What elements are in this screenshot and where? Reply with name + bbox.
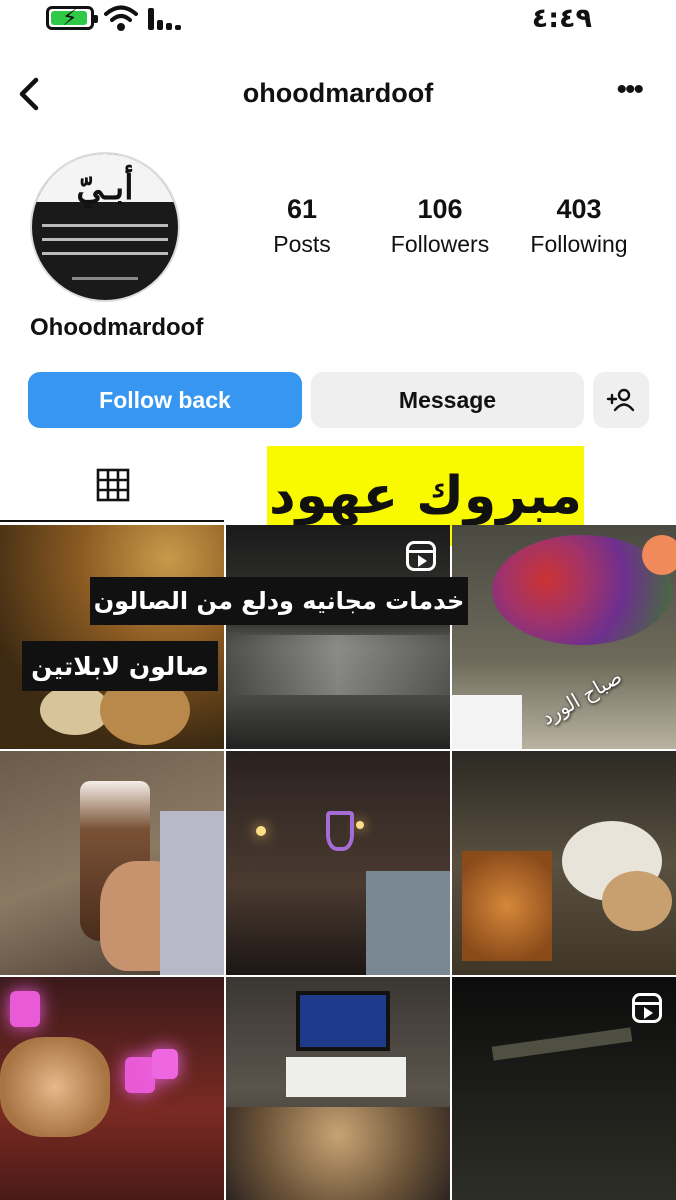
post-thumbnail[interactable] xyxy=(226,525,450,749)
stat-posts[interactable]: 61 Posts xyxy=(237,194,367,258)
services-caption: خدمات مجانيه ودلع من الصالون xyxy=(90,577,468,625)
post-thumbnail[interactable] xyxy=(226,977,450,1200)
more-options-icon[interactable]: ••• xyxy=(616,75,643,105)
charging-bolt-icon: ⚡ xyxy=(62,5,78,30)
congrats-text: مبروك عهود xyxy=(269,466,582,526)
follow-back-button[interactable]: Follow back xyxy=(28,372,302,428)
profile-username-title: ohoodmardoof xyxy=(242,78,434,108)
battery-icon: ⚡ xyxy=(46,5,98,30)
post-thumbnail[interactable] xyxy=(452,751,676,975)
stat-following[interactable]: 403 Following xyxy=(514,194,644,258)
active-tab-indicator xyxy=(0,520,224,522)
post-thumbnail[interactable] xyxy=(0,525,224,749)
profile-header: ohoodmardoof ••• xyxy=(0,60,676,130)
posts-grid: صباح الورد خدمات مجانيه ودلع من الصالون … xyxy=(0,525,676,1200)
post-thumbnail[interactable] xyxy=(226,751,450,975)
cellular-signal-icon xyxy=(148,8,188,30)
photo-caption-text: صباح الورد xyxy=(536,664,626,730)
avatar-text: أبـيّ xyxy=(76,168,134,208)
avatar-footer-line xyxy=(72,277,138,280)
person-add-icon xyxy=(606,388,635,412)
tab-posts-grid[interactable] xyxy=(0,450,224,522)
stat-followers-value: 106 xyxy=(417,194,463,224)
stat-following-label: Following xyxy=(530,231,628,257)
post-thumbnail[interactable]: صباح الورد xyxy=(452,525,676,749)
stat-following-value: 403 xyxy=(556,194,602,224)
display-name: Ohoodmardoof xyxy=(30,314,204,341)
status-bar: ⚡ ٤:٤٩ xyxy=(0,0,676,40)
grid-icon xyxy=(96,468,130,502)
message-button[interactable]: Message xyxy=(311,372,584,428)
status-time: ٤:٤٩ xyxy=(531,3,592,34)
stat-followers-label: Followers xyxy=(390,231,490,257)
wifi-icon xyxy=(104,5,138,31)
avatar-text-lines xyxy=(42,224,168,266)
stat-posts-value: 61 xyxy=(286,194,318,224)
stat-posts-label: Posts xyxy=(273,231,331,257)
reel-icon xyxy=(406,541,436,571)
salon-caption: صالون لابلاتين xyxy=(22,641,218,691)
post-thumbnail[interactable] xyxy=(452,977,676,1200)
post-thumbnail[interactable] xyxy=(0,977,224,1200)
reel-icon xyxy=(632,993,662,1023)
avatar[interactable]: أبـيّ xyxy=(30,152,180,302)
post-thumbnail[interactable] xyxy=(0,751,224,975)
stat-followers[interactable]: 106 Followers xyxy=(375,194,505,258)
add-person-button[interactable] xyxy=(593,372,649,428)
